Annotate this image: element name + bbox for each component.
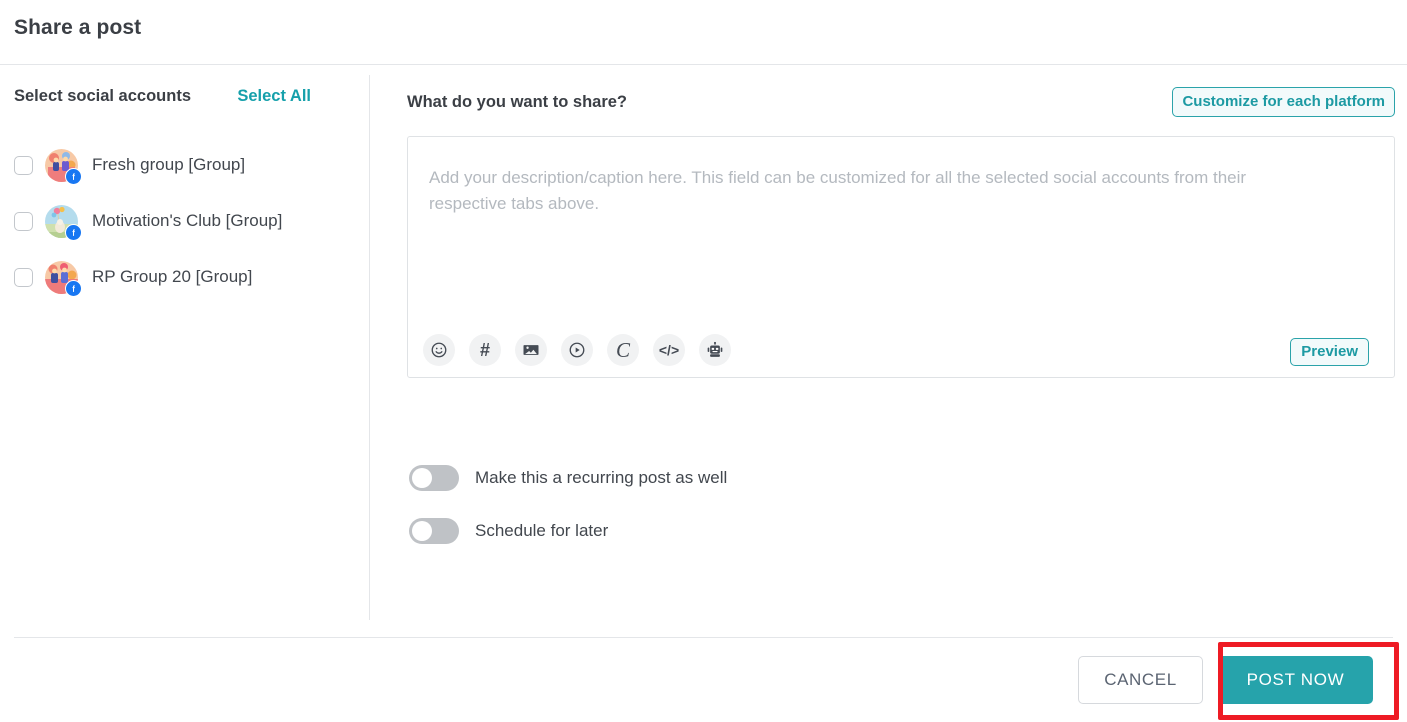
account-list: Fresh group [Group] Motivation's Club [G… <box>14 137 359 305</box>
post-now-highlight-annotation <box>1218 642 1399 720</box>
video-icon[interactable] <box>561 334 593 366</box>
composer-panel-header: What do you want to share? Customize for… <box>407 87 1395 117</box>
code-glyph: </> <box>658 342 680 358</box>
composer-panel: What do you want to share? Customize for… <box>370 65 1407 637</box>
schedule-later-toggle[interactable] <box>409 518 459 544</box>
customize-for-each-platform-button[interactable]: Customize for each platform <box>1172 87 1395 117</box>
composer-panel-title: What do you want to share? <box>407 92 628 111</box>
avatar <box>45 204 82 241</box>
caption-placeholder[interactable]: Add your description/caption here. This … <box>429 165 1324 217</box>
toggle-knob <box>412 468 432 488</box>
facebook-badge-icon <box>65 223 82 241</box>
cancel-button[interactable]: CANCEL <box>1078 656 1203 704</box>
recurring-post-label: Make this a recurring post as well <box>475 468 728 487</box>
hashtag-icon[interactable]: # <box>469 334 501 366</box>
composer-box: Add your description/caption here. This … <box>407 136 1395 378</box>
share-post-modal: Share a post Select social accounts Sele… <box>0 0 1407 722</box>
canva-icon[interactable]: C <box>607 334 639 366</box>
accounts-panel-title: Select social accounts <box>14 87 191 105</box>
page-title: Share a post <box>14 16 142 39</box>
account-checkbox[interactable] <box>14 211 33 231</box>
avatar <box>45 260 82 297</box>
select-all-link[interactable]: Select All <box>237 87 355 106</box>
list-item[interactable]: RP Group 20 [Group] <box>14 249 359 305</box>
account-checkbox[interactable] <box>14 267 33 287</box>
emoji-icon[interactable] <box>423 334 455 366</box>
account-name: Motivation's Club [Group] <box>92 211 283 230</box>
accounts-panel-header: Select social accounts Select All <box>14 87 355 106</box>
avatar <box>45 148 82 185</box>
account-name: Fresh group [Group] <box>92 155 246 174</box>
modal-footer: CANCEL POST NOW <box>0 638 1407 722</box>
canva-glyph: C <box>615 337 630 362</box>
hashtag-glyph: # <box>479 340 490 360</box>
account-name: RP Group 20 [Group] <box>92 267 253 286</box>
code-icon[interactable]: </> <box>653 334 685 366</box>
schedule-later-toggle-row[interactable]: Schedule for later <box>409 518 608 544</box>
account-checkbox[interactable] <box>14 155 33 175</box>
facebook-badge-icon <box>65 279 82 297</box>
facebook-badge-icon <box>65 167 82 185</box>
recurring-post-toggle-row[interactable]: Make this a recurring post as well <box>409 465 727 491</box>
list-item[interactable]: Motivation's Club [Group] <box>14 193 359 249</box>
composer-toolbar: # C </> <box>423 334 731 366</box>
schedule-later-label: Schedule for later <box>475 521 609 540</box>
toggle-knob <box>412 521 432 541</box>
recurring-post-toggle[interactable] <box>409 465 459 491</box>
preview-button[interactable]: Preview <box>1290 338 1369 366</box>
image-icon[interactable] <box>515 334 547 366</box>
list-item[interactable]: Fresh group [Group] <box>14 137 359 193</box>
social-accounts-panel: Select social accounts Select All Fresh … <box>0 65 369 637</box>
ai-robot-icon[interactable] <box>699 334 731 366</box>
